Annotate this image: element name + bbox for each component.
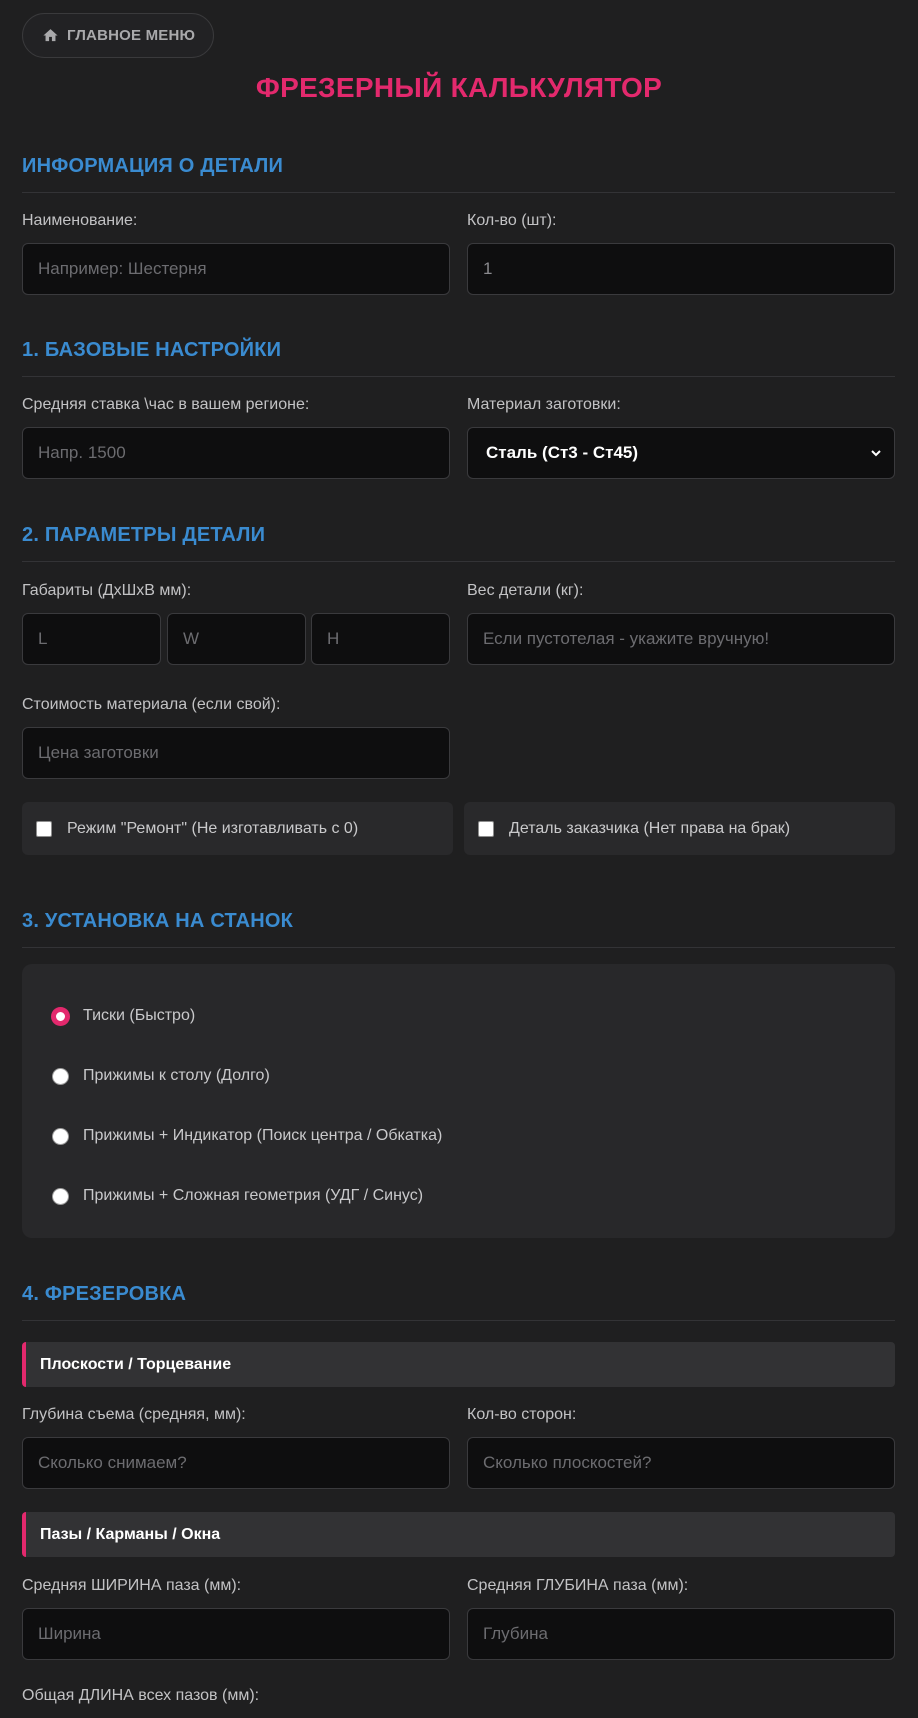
cut-depth-placeholder: Сколько снимаем? xyxy=(38,1453,187,1472)
quantity-value: 1 xyxy=(483,259,493,278)
radio-clamps-complex[interactable] xyxy=(52,1187,69,1205)
hourly-rate-placeholder: Напр. 1500 xyxy=(38,443,126,462)
sides-count-input[interactable]: Сколько плоскостей? xyxy=(467,1437,895,1489)
weight-input[interactable]: Если пустотелая - укажите вручную! xyxy=(467,613,895,665)
material-cost-label: Стоимость материала (если свой): xyxy=(22,696,281,713)
length-input[interactable]: L xyxy=(22,613,161,665)
hourly-rate-label: Средняя ставка \час в вашем регионе: xyxy=(22,396,310,413)
radio-vise[interactable] xyxy=(52,1007,69,1025)
setup-option-clamps[interactable]: Прижимы к столу (Долго) xyxy=(52,1067,270,1085)
slot-depth-label: Средняя ГЛУБИНА паза (мм): xyxy=(467,1577,689,1594)
section-setup-title: 3. УСТАНОВКА НА СТАНОК xyxy=(22,910,895,948)
quantity-input[interactable]: 1 xyxy=(467,243,895,295)
setup-option-label: Прижимы + Сложная геометрия (УДГ / Синус… xyxy=(83,1187,424,1204)
slot-width-placeholder: Ширина xyxy=(38,1624,101,1643)
material-cost-input[interactable]: Цена заготовки xyxy=(22,727,450,779)
weight-placeholder: Если пустотелая - укажите вручную! xyxy=(483,629,770,648)
repair-mode-checkbox-row[interactable]: Режим "Ремонт" (Не изготавливать с 0) xyxy=(22,802,453,855)
material-label: Материал заготовки: xyxy=(467,396,621,413)
sides-count-label: Кол-во сторон: xyxy=(467,1406,577,1423)
customer-part-checkbox[interactable] xyxy=(478,820,494,837)
part-name-placeholder: Например: Шестерня xyxy=(38,259,207,278)
customer-part-checkbox-row[interactable]: Деталь заказчика (Нет права на брак) xyxy=(464,802,895,855)
radio-clamps[interactable] xyxy=(52,1067,69,1085)
hourly-rate-input[interactable]: Напр. 1500 xyxy=(22,427,450,479)
slot-length-label: Общая ДЛИНА всех пазов (мм): xyxy=(22,1687,260,1704)
setup-option-clamps-complex[interactable]: Прижимы + Сложная геометрия (УДГ / Синус… xyxy=(52,1187,423,1205)
slot-width-label: Средняя ШИРИНА паза (мм): xyxy=(22,1577,242,1594)
slot-width-input[interactable]: Ширина xyxy=(22,1608,450,1660)
slot-depth-placeholder: Глубина xyxy=(483,1624,548,1643)
setup-option-label: Прижимы к столу (Долго) xyxy=(83,1067,270,1084)
setup-options-panel: Тиски (Быстро) Прижимы к столу (Долго) П… xyxy=(22,964,895,1238)
setup-option-label: Тиски (Быстро) xyxy=(83,1007,196,1024)
slots-subheader: Пазы / Карманы / Окна xyxy=(22,1512,895,1557)
cut-depth-input[interactable]: Сколько снимаем? xyxy=(22,1437,450,1489)
setup-option-vise[interactable]: Тиски (Быстро) xyxy=(52,1007,195,1025)
cut-depth-label: Глубина съема (средняя, мм): xyxy=(22,1406,246,1423)
sides-count-placeholder: Сколько плоскостей? xyxy=(483,1453,652,1472)
section-part-info-title: ИНФОРМАЦИЯ О ДЕТАЛИ xyxy=(22,155,895,193)
section-base-title: 1. БАЗОВЫЕ НАСТРОЙКИ xyxy=(22,339,895,377)
setup-option-label: Прижимы + Индикатор (Поиск центра / Обка… xyxy=(83,1127,443,1144)
slot-depth-input[interactable]: Глубина xyxy=(467,1608,895,1660)
material-selected-value: Сталь (Ст3 - Ст45) xyxy=(486,443,639,462)
repair-mode-label: Режим "Ремонт" (Не изготавливать с 0) xyxy=(67,819,359,837)
section-params-title: 2. ПАРАМЕТРЫ ДЕТАЛИ xyxy=(22,524,895,562)
repair-mode-checkbox[interactable] xyxy=(36,820,52,837)
width-input[interactable]: W xyxy=(167,613,306,665)
planes-subheader: Плоскости / Торцевание xyxy=(22,1342,895,1387)
quantity-label: Кол-во (шт): xyxy=(467,212,557,229)
weight-label: Вес детали (кг): xyxy=(467,582,584,599)
height-input[interactable]: H xyxy=(311,613,450,665)
radio-clamps-indicator[interactable] xyxy=(52,1127,69,1145)
material-cost-placeholder: Цена заготовки xyxy=(38,743,159,762)
dimensions-label: Габариты (ДхШхВ мм): xyxy=(22,582,192,599)
part-name-input[interactable]: Например: Шестерня xyxy=(22,243,450,295)
chevron-down-icon xyxy=(871,450,881,457)
customer-part-label: Деталь заказчика (Нет права на брак) xyxy=(509,819,791,837)
home-menu-label: ГЛАВНОЕ МЕНЮ xyxy=(67,27,196,44)
home-menu-button[interactable]: ГЛАВНОЕ МЕНЮ xyxy=(22,13,214,58)
width-placeholder: W xyxy=(183,629,200,648)
length-placeholder: L xyxy=(38,629,48,648)
height-placeholder: H xyxy=(327,629,340,648)
section-milling-title: 4. ФРЕЗЕРОВКА xyxy=(22,1283,895,1321)
material-select[interactable]: Сталь (Ст3 - Ст45) xyxy=(467,427,895,479)
home-icon xyxy=(43,29,58,42)
page-title: ФРЕЗЕРНЫЙ КАЛЬКУЛЯТОР xyxy=(255,72,663,103)
setup-option-clamps-indicator[interactable]: Прижимы + Индикатор (Поиск центра / Обка… xyxy=(52,1127,442,1145)
part-name-label: Наименование: xyxy=(22,212,138,229)
